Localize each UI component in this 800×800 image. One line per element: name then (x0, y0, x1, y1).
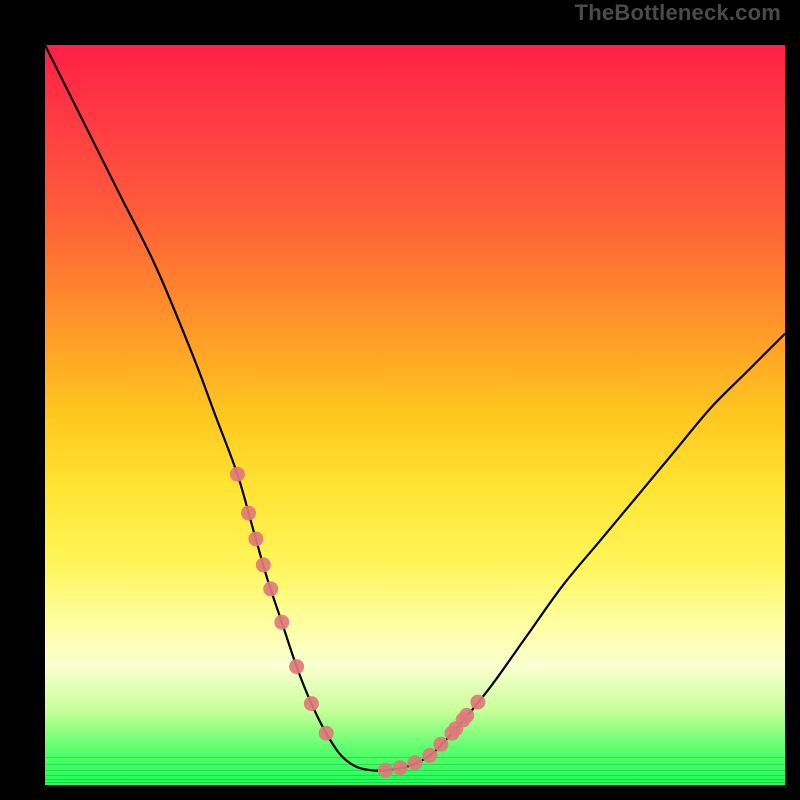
highlight-dot (263, 581, 278, 596)
highlight-dot (241, 506, 256, 521)
highlight-dot (248, 531, 263, 546)
highlight-dot (456, 712, 471, 727)
highlight-dot (433, 737, 448, 752)
highlight-dot (378, 763, 393, 778)
highlight-dot (230, 467, 245, 482)
bottleneck-curve (45, 45, 785, 771)
highlight-dot (256, 557, 271, 572)
highlight-dot (289, 659, 304, 674)
highlight-dot (470, 695, 485, 710)
highlight-dot (422, 748, 437, 763)
highlight-dot (408, 755, 423, 770)
chart-frame: TheBottleneck.com (0, 0, 800, 800)
highlight-dot (304, 696, 319, 711)
highlight-dot (274, 615, 289, 630)
highlight-dot (393, 760, 408, 775)
plot-area (45, 45, 785, 785)
highlight-dot (319, 726, 334, 741)
curve-layer (45, 45, 785, 785)
highlight-dots (230, 467, 486, 778)
